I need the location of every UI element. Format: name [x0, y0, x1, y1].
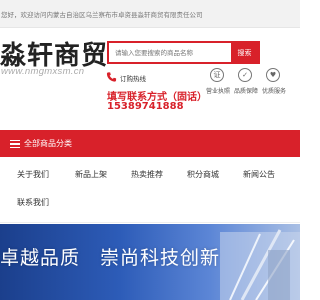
license-icon: 证	[210, 68, 224, 82]
search-input[interactable]	[109, 43, 231, 62]
search-button[interactable]: 搜索	[231, 43, 258, 62]
nav-item-contact[interactable]: 联系我们	[17, 197, 49, 208]
nav-item-new-arrivals[interactable]: 新品上架	[75, 169, 107, 180]
main-nav: 关于我们 新品上架 热卖推荐 积分商城 新闻公告	[0, 160, 300, 190]
all-categories-button[interactable]: 全部商品分类	[0, 130, 300, 157]
nav-item-points-mall[interactable]: 积分商城	[187, 169, 219, 180]
feature-label-license: 营业执照	[206, 88, 231, 95]
menu-icon	[10, 140, 20, 148]
category-nav-bar: 全部商品分类	[0, 130, 300, 157]
welcome-text: 您好，欢迎访问内蒙古自治区乌兰察布市卓资县淼轩商贸有限责任公司	[1, 11, 203, 19]
banner-slogan: 卓越品质 崇尚科技创新	[0, 247, 221, 269]
nav-item-about[interactable]: 关于我们	[17, 169, 49, 180]
phone-icon	[106, 72, 117, 82]
quality-icon: ✓	[238, 68, 252, 82]
all-categories-label: 全部商品分类	[24, 139, 72, 148]
phone-number: 15389741888	[107, 101, 184, 112]
top-bar: 您好，欢迎访问内蒙古自治区乌兰察布市卓资县淼轩商贸有限责任公司	[0, 0, 300, 28]
nav-item-hot-picks[interactable]: 热卖推荐	[131, 169, 163, 180]
feature-label-quality: 品质保障	[234, 88, 259, 95]
feature-label-service: 优质服务	[262, 88, 287, 95]
nav-item-news[interactable]: 新闻公告	[243, 169, 275, 180]
search-box: 搜索	[107, 41, 260, 64]
site-domain: www.nmgmxsm.cn	[1, 66, 85, 77]
main-nav-row2: 联系我们	[0, 188, 300, 218]
divider	[0, 222, 300, 223]
hotline-label: 订购热线	[120, 75, 146, 83]
service-icon: ♥	[266, 68, 280, 82]
hero-banner[interactable]: 卓越品质 崇尚科技创新	[0, 224, 300, 300]
